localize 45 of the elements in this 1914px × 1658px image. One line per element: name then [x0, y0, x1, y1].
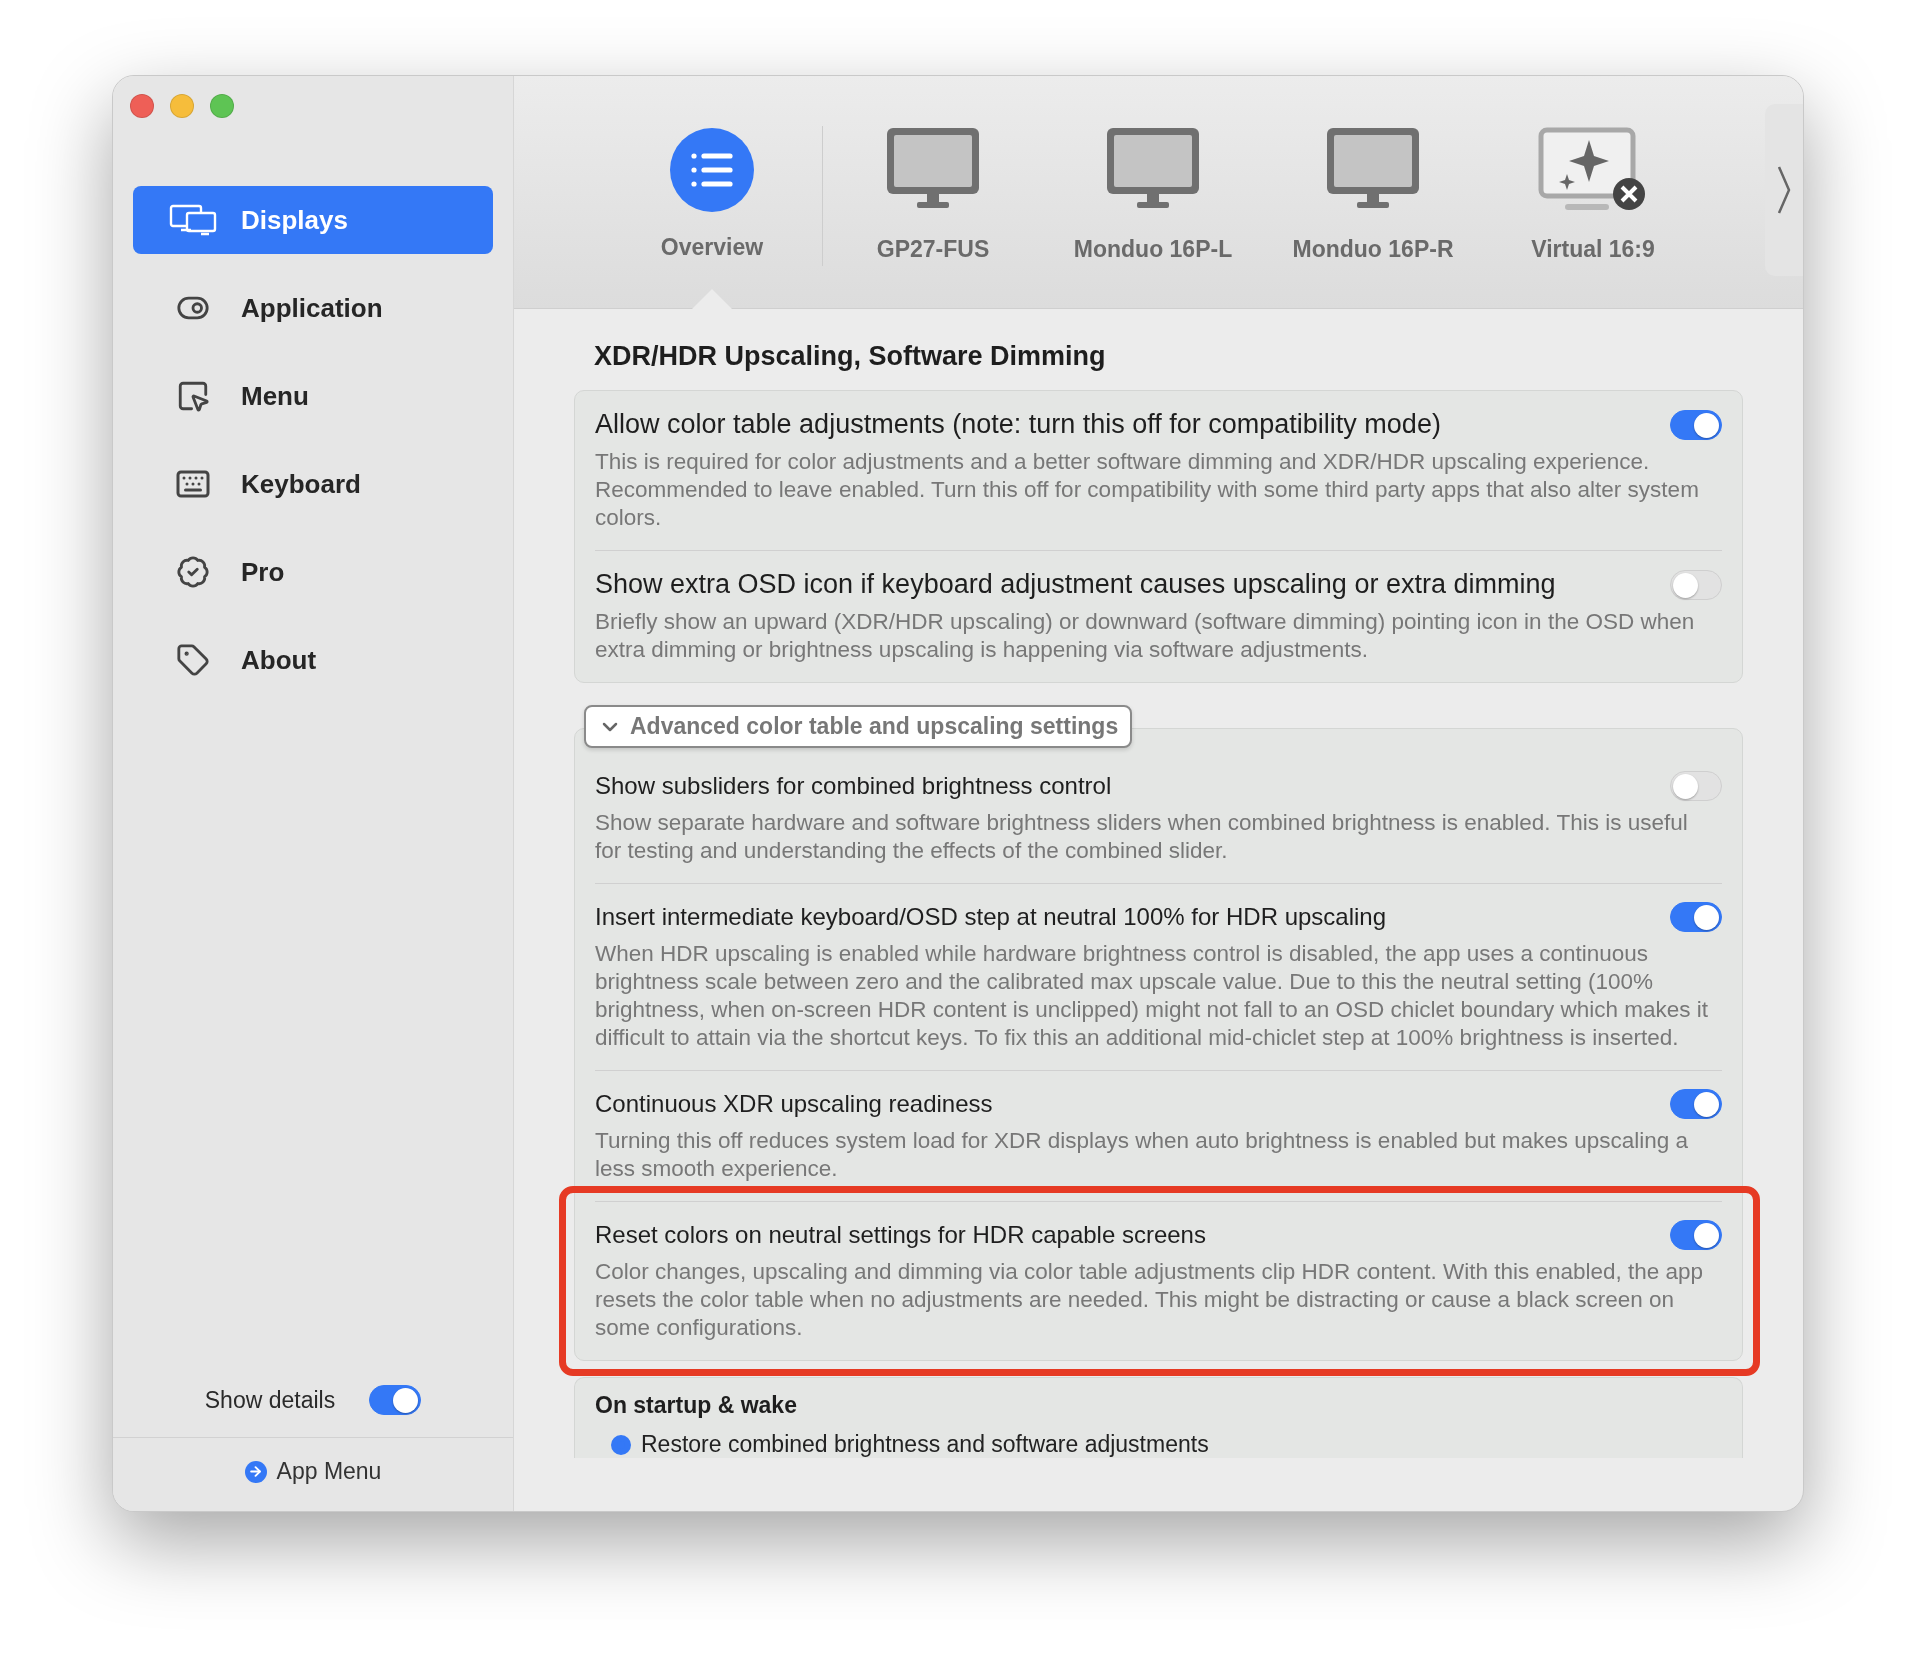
setting-description: This is required for color adjustments and a better software dimming and XDR/HDR upscaling experience. Recommended to leave enabled. Turn this off for compatibility with some third party apps that also alter system colors. [595, 448, 1700, 532]
setting-title: Show extra OSD icon if keyboard adjustment causes upscaling or extra dimming [595, 569, 1556, 600]
sidebar-item[interactable]: Keyboard [133, 450, 493, 518]
sidebar-item[interactable]: Application [133, 274, 493, 342]
sidebar-item[interactable]: Pro [133, 538, 493, 606]
toggle-switch[interactable] [1670, 1089, 1722, 1119]
setting-description: Show separate hardware and software brightness sliders when combined brightness is enabled. This is useful for testing and understanding the effects of the combined slider. [595, 809, 1689, 865]
app-menu-link[interactable]: App Menu [244, 1458, 382, 1485]
option-label: Restore combined brightness and software adjustments [641, 1431, 1209, 1458]
setting-description: Briefly show an upward (XDR/HDR upscaling) or downward (software dimming) pointing icon in the OSD when extra dimming or brightness upscaling is happening via software adjustments. [595, 608, 1696, 664]
setting-title: Insert intermediate keyboard/OSD step at neutral 100% for HDR upscaling [595, 903, 1387, 931]
setting-title: Allow color table adjustments (note: turn this off for compatibility mode) [595, 409, 1441, 440]
radio-button[interactable] [611, 1434, 631, 1455]
sidebar-item[interactable]: Displays [133, 186, 493, 254]
setting-description: When HDR upscaling is enabled while hardware brightness control is disabled, the app uses a continuous brightness scale between zero and the calibrated max upscale value. Due to this the neutral setting (100% brightness, when on-screen HDR content is unclipped) might not fall to an OSD chiclet boundary which makes it difficult to attain via the shortcut keys. To fix this an additional mid-chiclet step at 100% brightness is inserted. [595, 940, 1710, 1052]
toggle-switch[interactable] [1670, 1220, 1722, 1250]
minimize-button[interactable] [170, 94, 194, 118]
display-tab[interactable]: GP27-FUS [823, 126, 1043, 308]
scroll-right-button[interactable] [1765, 104, 1803, 276]
chevron-right-icon [1776, 164, 1792, 216]
display-tab[interactable]: Virtual 16:9 [1483, 126, 1703, 308]
zoom-button[interactable] [210, 94, 234, 118]
setting-description: Turning this off reduces system load for XDR displays when auto brightness is enabled but makes upscaling a less smooth experience. [595, 1127, 1690, 1183]
display-tab[interactable]: Monduo 16P-L [1043, 126, 1263, 308]
display-tab[interactable]: Monduo 16P-R [1263, 126, 1483, 308]
setting-description: Color changes, upscaling and dimming via color table adjustments clip HDR content. With this enabled, the app resets the color table when no adjustments are needed. This might be distracting or cause a black screen on some configurations. [595, 1258, 1705, 1342]
displays-icon [169, 204, 217, 236]
display-tab[interactable]: Overview [602, 126, 822, 308]
toggle-switch[interactable] [1670, 409, 1722, 440]
setting-title: Reset colors on neutral settings for HDR capable screens [595, 1221, 1206, 1249]
setting-title: Show subsliders for combined brightness control [595, 772, 1112, 800]
toggle-switch[interactable] [1670, 902, 1722, 932]
setting-title: Continuous XDR upscaling readiness [595, 1090, 993, 1118]
selection-pointer [692, 289, 732, 309]
menu-pointer-icon [176, 379, 210, 413]
advanced-disclosure-button[interactable]: Advanced color table and upscaling settings [584, 705, 1133, 748]
show-details-label: Show details [204, 1386, 336, 1414]
tag-icon [176, 643, 210, 677]
badge-check-icon [176, 555, 210, 589]
close-button[interactable] [130, 94, 154, 118]
startup-title: On startup & wake [595, 1392, 798, 1419]
section-title: XDR/HDR Upscaling, Software Dimming [593, 341, 1107, 373]
sidebar-item[interactable]: About [133, 626, 493, 694]
show-details-toggle[interactable] [369, 1385, 422, 1415]
sidebar-item[interactable]: Menu [133, 362, 493, 430]
